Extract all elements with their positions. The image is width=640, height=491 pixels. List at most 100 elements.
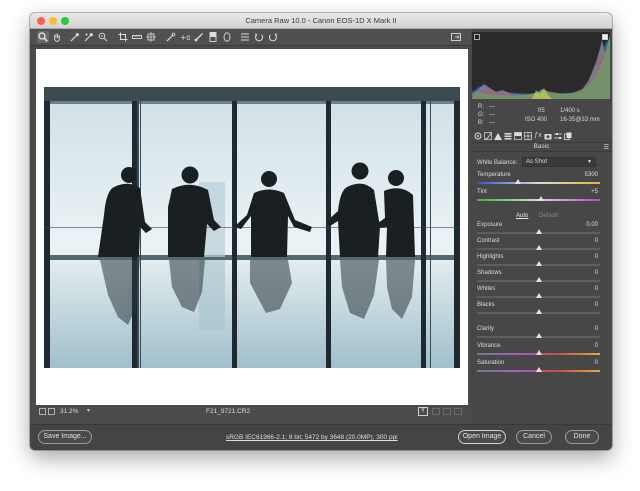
spot-removal-tool-icon[interactable] [165, 31, 177, 43]
tone-curve-tab-icon[interactable] [484, 131, 492, 140]
slider-label: Vibrance [477, 343, 501, 349]
g-value: --- [489, 112, 495, 118]
save-image-button[interactable]: Save Image... [38, 430, 92, 444]
g-label: G: [478, 112, 485, 118]
saturation-slider[interactable]: Saturation 0 [471, 360, 612, 377]
tint-slider[interactable]: Tint +5 [471, 189, 612, 206]
snapshots-tab-icon[interactable] [564, 131, 572, 140]
white-balance-select[interactable]: As Shot ▼ [522, 157, 596, 167]
exposure-slider[interactable]: Exposure 0.00 [471, 222, 612, 239]
title-bar: Camera Raw 10.0 - Canon EOS-1D X Mark II [30, 13, 612, 29]
shadows-slider[interactable]: Shadows 0 [471, 270, 612, 287]
slider-value[interactable]: 0 [595, 270, 598, 276]
crop-tool-icon[interactable] [117, 31, 129, 43]
contrast-slider[interactable]: Contrast 0 [471, 238, 612, 255]
adjustment-brush-icon[interactable] [193, 31, 205, 43]
preview-image[interactable] [44, 87, 460, 368]
vibrance-slider[interactable]: Vibrance 0 [471, 343, 612, 360]
copy-settings-icon[interactable] [443, 408, 451, 415]
aperture-value: f/5 [538, 108, 545, 114]
targeted-adjustment-tool-icon[interactable] [97, 31, 109, 43]
slider-value[interactable]: 0 [595, 326, 598, 332]
fullscreen-toggle-icon[interactable] [450, 31, 462, 43]
b-label: B: [478, 120, 484, 126]
toggle-settings-icon[interactable] [454, 408, 462, 415]
default-link[interactable]: Default [539, 213, 558, 219]
iso-value: ISO 400 [525, 117, 548, 123]
slider-value[interactable]: +5 [591, 189, 598, 195]
basic-tab-icon[interactable] [474, 131, 482, 140]
slider-track[interactable] [477, 182, 600, 184]
slider-thumb[interactable] [535, 293, 542, 298]
rotate-left-icon[interactable] [253, 31, 265, 43]
slider-label: Whites [477, 286, 496, 292]
white-balance-value: As Shot [526, 159, 548, 165]
lens-corrections-tab-icon[interactable] [524, 131, 532, 140]
slider-thumb[interactable] [535, 277, 542, 282]
white-balance-tool-icon[interactable] [69, 31, 81, 43]
open-image-button[interactable]: Open Image [458, 430, 506, 444]
slider-thumb[interactable] [535, 245, 542, 250]
shadow-clipping-toggle[interactable] [474, 34, 480, 40]
detail-tab-icon[interactable] [494, 131, 502, 140]
slider-thumb[interactable] [535, 333, 542, 338]
color-sampler-tool-icon[interactable] [83, 31, 95, 43]
window-title: Camera Raw 10.0 - Canon EOS-1D X Mark II [245, 16, 397, 25]
bottom-bar: Save Image... sRGB IEC61966-2.1; 8 bit; … [30, 424, 612, 450]
slider-value[interactable]: 5300 [585, 172, 598, 178]
before-after-view-button[interactable]: Y [418, 407, 428, 416]
zoom-in-button[interactable] [48, 408, 55, 415]
zoom-level[interactable]: 31.2% [60, 408, 78, 415]
auto-link[interactable]: Auto [516, 213, 528, 219]
radial-filter-icon[interactable] [221, 31, 233, 43]
swap-settings-icon[interactable] [432, 408, 440, 415]
adjustments-panel: R: --- G: --- B: --- f/5 1/400 s ISO 400… [471, 29, 612, 424]
clarity-slider[interactable]: Clarity 0 [471, 326, 612, 343]
whites-slider[interactable]: Whites 0 [471, 286, 612, 303]
hand-tool-icon[interactable] [51, 31, 63, 43]
temperature-slider[interactable]: Temperature 5300 [471, 172, 612, 189]
done-button[interactable]: Done [565, 430, 599, 444]
camera-calibration-tab-icon[interactable] [544, 131, 552, 140]
chevron-down-icon[interactable]: ▼ [86, 408, 91, 414]
slider-thumb[interactable] [537, 196, 544, 201]
zoom-tool-icon[interactable] [37, 31, 49, 43]
slider-thumb[interactable] [535, 309, 542, 314]
slider-value[interactable]: 0.00 [586, 222, 598, 228]
r-label: R: [478, 104, 484, 110]
straighten-tool-icon[interactable] [131, 31, 143, 43]
slider-value[interactable]: 0 [595, 286, 598, 292]
panel-menu-icon[interactable]: ☰ [604, 144, 609, 152]
b-value: --- [489, 120, 495, 126]
slider-thumb[interactable] [535, 261, 542, 266]
highlights-slider[interactable]: Highlights 0 [471, 254, 612, 271]
slider-value[interactable]: 0 [595, 343, 598, 349]
preview-canvas[interactable] [36, 49, 468, 405]
graduated-filter-icon[interactable] [207, 31, 219, 43]
slider-value[interactable]: 0 [595, 254, 598, 260]
slider-label: Exposure [477, 222, 503, 228]
slider-value[interactable]: 0 [595, 360, 598, 366]
slider-value[interactable]: 0 [595, 302, 598, 308]
split-toning-tab-icon[interactable] [514, 131, 522, 140]
presets-tab-icon[interactable] [554, 131, 562, 140]
slider-label: Shadows [477, 270, 502, 276]
slider-thumb[interactable] [535, 350, 542, 355]
hsl-tab-icon[interactable] [504, 131, 512, 140]
status-bar: 31.2% ▼ F21_9721.CR2 Y [36, 406, 468, 418]
blacks-slider[interactable]: Blacks 0 [471, 302, 612, 319]
rotate-right-icon[interactable] [267, 31, 279, 43]
zoom-out-button[interactable] [39, 408, 46, 415]
slider-value[interactable]: 0 [595, 238, 598, 244]
preferences-list-icon[interactable] [239, 31, 251, 43]
transform-tool-icon[interactable] [145, 31, 157, 43]
workflow-options-link[interactable]: sRGB IEC61966-2.1; 8 bit; 5472 by 3648 (… [226, 434, 398, 441]
slider-thumb[interactable] [535, 367, 542, 372]
slider-thumb[interactable] [514, 179, 521, 184]
effects-tab-icon[interactable]: ƒx [534, 131, 542, 140]
cancel-button[interactable]: Cancel [516, 430, 552, 444]
slider-label: Blacks [477, 302, 495, 308]
highlight-clipping-toggle[interactable] [602, 34, 608, 40]
slider-thumb[interactable] [535, 229, 542, 234]
red-eye-removal-tool-icon[interactable]: +o [179, 31, 191, 43]
